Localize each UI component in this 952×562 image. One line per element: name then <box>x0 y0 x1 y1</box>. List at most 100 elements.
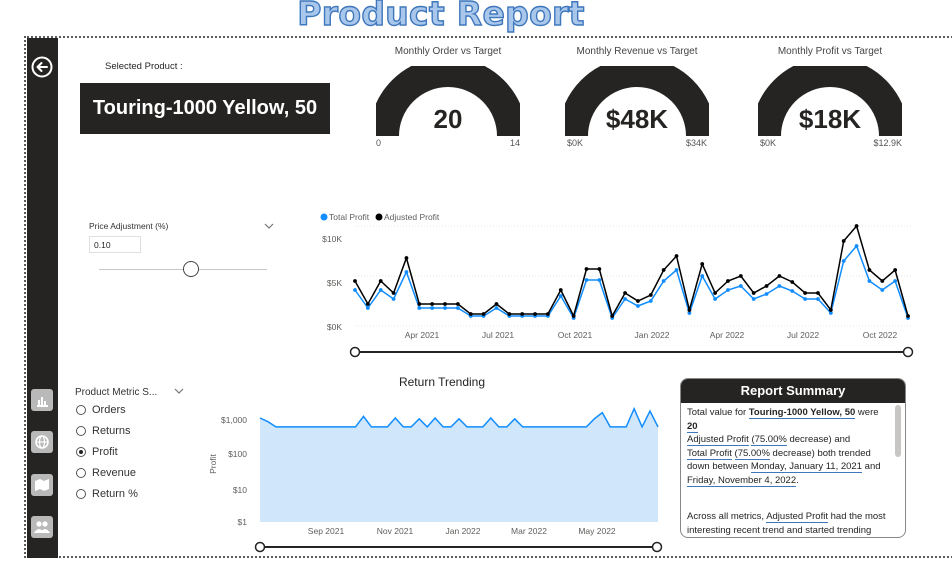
metric-option-revenue[interactable]: Revenue <box>76 467 136 479</box>
metric-slicer-label: Product Metric S... <box>75 387 158 398</box>
summary-text: . <box>796 474 799 486</box>
summary-text: were <box>855 407 879 418</box>
return-trending-chart: Profit $1 $10 $100 $1,000 Sep 2021 Nov 2… <box>208 406 663 553</box>
summary-product: Touring-1000 Yellow, 50 <box>748 407 856 419</box>
summary-scrollbar[interactable] <box>895 405 901 457</box>
globe-page-icon[interactable] <box>31 431 53 453</box>
price-adjustment-handle[interactable] <box>183 261 199 277</box>
zoom-slider-handle-left[interactable] <box>349 346 361 358</box>
gauge-title: Monthly Order vs Target <box>394 46 502 57</box>
data-point <box>906 314 910 318</box>
metric-option-return-pct[interactable]: Return % <box>76 488 138 500</box>
metric-option-profit[interactable]: Profit <box>76 446 118 458</box>
x-tick: Apr 2022 <box>710 330 745 340</box>
x-tick: Apr 2021 <box>405 330 440 340</box>
chevron-down-icon[interactable] <box>174 387 184 395</box>
data-point <box>623 297 627 301</box>
data-point <box>893 268 898 272</box>
radio-button-selected[interactable] <box>76 447 86 457</box>
data-point <box>636 299 640 303</box>
y-tick: $10K <box>322 234 342 244</box>
data-point <box>777 274 782 278</box>
data-point <box>816 297 820 301</box>
data-point <box>584 267 589 271</box>
legend-adjusted-profit: Adjusted Profit <box>384 212 440 222</box>
chevron-down-icon[interactable] <box>264 222 274 230</box>
x-tick: May 2022 <box>578 526 616 536</box>
data-point <box>417 306 422 310</box>
radio-button[interactable] <box>76 489 86 499</box>
gauge-max: 14 <box>509 138 520 148</box>
data-point <box>803 291 808 295</box>
data-point <box>790 289 795 293</box>
map-page-icon[interactable] <box>31 474 53 496</box>
metric-option-label: Revenue <box>92 467 137 479</box>
summary-text: Total value for <box>687 407 749 418</box>
summary-text: Across all metrics, <box>687 511 767 522</box>
data-point <box>816 291 820 295</box>
price-adjustment-input[interactable]: 0.10 <box>89 236 141 253</box>
radio-button[interactable] <box>76 426 86 436</box>
data-point <box>443 302 447 306</box>
x-tick: Jan 2022 <box>635 330 670 340</box>
summary-text: and <box>862 461 881 472</box>
series-line-total-profit <box>354 244 909 320</box>
data-point <box>790 280 795 284</box>
y-tick: $100 <box>228 449 247 459</box>
return-trending-title: Return Trending <box>398 375 486 389</box>
data-point <box>481 312 486 316</box>
zoom-slider-handle-right[interactable] <box>902 346 914 358</box>
report-summary-title: Report Summary <box>681 379 905 403</box>
x-tick: Mar 2022 <box>511 526 547 536</box>
metric-option-orders[interactable]: Orders <box>76 404 126 416</box>
data-point <box>571 314 576 318</box>
gauge-max: $34K <box>685 138 707 148</box>
data-point <box>880 288 885 292</box>
data-point <box>893 279 898 283</box>
data-point <box>365 302 370 306</box>
data-point <box>726 288 730 292</box>
zoom-slider-handle-right[interactable] <box>651 541 663 553</box>
data-point <box>648 293 653 297</box>
data-point <box>520 312 525 316</box>
zoom-slider-handle-left[interactable] <box>254 541 266 553</box>
data-point <box>546 312 550 316</box>
data-point <box>854 244 859 248</box>
data-point <box>455 306 460 310</box>
data-point <box>777 284 782 288</box>
x-tick: Oct 2022 <box>863 330 898 340</box>
data-point <box>700 274 705 278</box>
y-tick: $1 <box>238 517 248 527</box>
data-point <box>687 308 692 312</box>
x-tick: Sep 2021 <box>308 526 345 536</box>
data-point <box>713 297 717 301</box>
gauge-title: Monthly Profit vs Target <box>777 46 883 57</box>
data-point <box>854 224 859 228</box>
chart-page-icon[interactable] <box>31 389 53 411</box>
data-point <box>674 254 679 258</box>
gauge-monthly-revenue: Monthly Revenue vs Target $48K $0K $34K <box>557 46 717 156</box>
metric-option-label: Orders <box>92 404 126 416</box>
data-point <box>378 279 383 283</box>
metric-option-returns[interactable]: Returns <box>76 425 131 437</box>
profit-line-chart: Total Profit Adjusted Profit $10K $5K $0… <box>320 212 914 358</box>
data-point <box>443 306 447 310</box>
gauge-monthly-orders: Monthly Order vs Target 20 0 14 <box>368 46 528 156</box>
summary-pct: (75.00% <box>751 434 787 446</box>
data-point <box>648 299 653 303</box>
gauge-value: 20 <box>433 104 463 134</box>
summary-metric: Adjusted Profit <box>766 511 828 523</box>
data-point <box>494 306 499 310</box>
x-tick: Nov 2021 <box>377 526 414 536</box>
selected-product-card: Touring-1000 Yellow, 50 <box>80 83 330 134</box>
data-point <box>764 284 769 288</box>
y-axis-label: Profit <box>208 453 218 473</box>
x-tick: Jul 2021 <box>482 330 514 340</box>
data-point <box>828 308 833 312</box>
radio-button[interactable] <box>76 405 86 415</box>
back-arrow-icon[interactable] <box>30 55 54 79</box>
radio-button[interactable] <box>76 468 86 478</box>
users-page-icon[interactable] <box>31 516 53 538</box>
data-point <box>738 284 743 288</box>
selected-product-value: Touring-1000 Yellow, 50 <box>92 97 318 119</box>
